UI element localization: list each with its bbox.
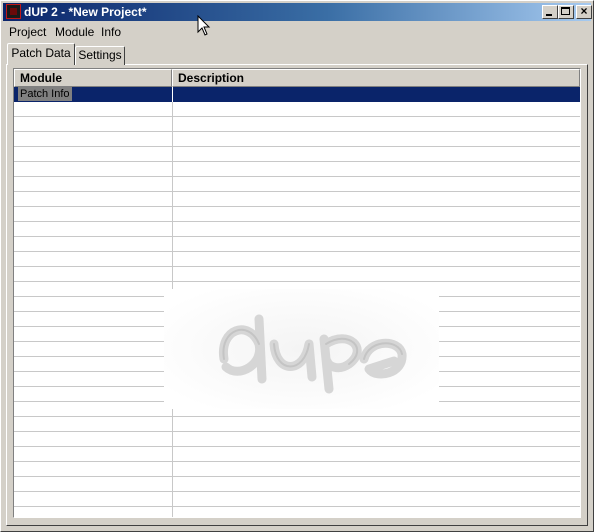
empty-table-row[interactable] <box>14 402 580 417</box>
minimize-icon <box>546 14 552 16</box>
cell-divider <box>172 177 173 192</box>
empty-table-row[interactable] <box>14 417 580 432</box>
tab-settings[interactable]: Settings <box>75 46 125 65</box>
cell-divider <box>172 132 173 147</box>
empty-table-row[interactable] <box>14 192 580 207</box>
window-title: dUP 2 - *New Project* <box>24 5 147 19</box>
empty-table-row[interactable] <box>14 357 580 372</box>
cell-divider <box>172 402 173 417</box>
cell-divider <box>172 432 173 447</box>
cell-divider <box>172 462 173 477</box>
app-icon[interactable] <box>6 4 21 19</box>
column-header-description[interactable]: Description <box>172 69 580 87</box>
cell-divider <box>172 477 173 492</box>
empty-table-row[interactable] <box>14 297 580 312</box>
cell-divider <box>172 102 173 117</box>
maximize-icon <box>561 7 570 15</box>
empty-table-row[interactable] <box>14 267 580 282</box>
column-header-module[interactable]: Module <box>14 69 172 87</box>
empty-table-row[interactable] <box>14 222 580 237</box>
empty-table-row[interactable] <box>14 207 580 222</box>
empty-table-row[interactable] <box>14 477 580 492</box>
empty-table-row[interactable] <box>14 387 580 402</box>
cell-divider <box>172 237 173 252</box>
cell-divider <box>172 207 173 222</box>
empty-table-row[interactable] <box>14 117 580 132</box>
empty-table-row[interactable] <box>14 372 580 387</box>
mouse-pointer-icon <box>197 15 211 36</box>
empty-table-row[interactable] <box>14 342 580 357</box>
cell-divider <box>172 297 173 312</box>
empty-table-row[interactable] <box>14 252 580 267</box>
cell-divider <box>172 267 173 282</box>
cell-divider <box>172 222 173 237</box>
app-window: dUP 2 - *New Project* × Project Module I… <box>0 0 594 532</box>
cell-divider <box>172 252 173 267</box>
empty-table-row[interactable] <box>14 462 580 477</box>
menu-bar: Project Module Info <box>3 22 591 41</box>
table-row[interactable]: Patch Info <box>14 87 580 102</box>
empty-table-row[interactable] <box>14 282 580 297</box>
maximize-button[interactable] <box>558 5 574 19</box>
cell-divider <box>172 417 173 432</box>
cell-divider <box>172 357 173 372</box>
cell-divider <box>172 387 173 402</box>
cell-divider <box>172 192 173 207</box>
empty-table-row[interactable] <box>14 177 580 192</box>
tab-patch-data[interactable]: Patch Data <box>7 43 75 65</box>
cell-divider <box>172 147 173 162</box>
empty-table-row[interactable] <box>14 102 580 117</box>
title-bar[interactable]: dUP 2 - *New Project* × <box>3 3 592 21</box>
empty-table-row[interactable] <box>14 327 580 342</box>
close-button[interactable]: × <box>576 5 592 19</box>
menu-module[interactable]: Module <box>55 25 94 39</box>
cell-divider <box>172 312 173 327</box>
empty-table-row[interactable] <box>14 447 580 462</box>
menu-info[interactable]: Info <box>101 25 121 39</box>
empty-table-row[interactable] <box>14 432 580 447</box>
empty-table-row[interactable] <box>14 237 580 252</box>
cell-module[interactable]: Patch Info <box>18 87 72 101</box>
cell-divider <box>172 162 173 177</box>
close-icon: × <box>580 4 588 18</box>
empty-table-row[interactable] <box>14 132 580 147</box>
cell-divider <box>172 327 173 342</box>
grid-header: Module Description <box>14 69 580 87</box>
empty-table-row[interactable] <box>14 312 580 327</box>
patch-data-panel: Module Description Patch Info <box>6 64 588 526</box>
cell-divider <box>172 87 173 102</box>
cell-divider <box>172 282 173 297</box>
cell-divider <box>172 117 173 132</box>
cell-divider <box>172 492 173 507</box>
empty-table-row[interactable] <box>14 507 580 517</box>
empty-table-row[interactable] <box>14 162 580 177</box>
cell-divider <box>172 447 173 462</box>
cell-divider <box>172 372 173 387</box>
empty-table-row[interactable] <box>14 147 580 162</box>
cell-divider <box>172 342 173 357</box>
menu-project[interactable]: Project <box>9 25 46 39</box>
cell-divider <box>172 507 173 517</box>
empty-table-row[interactable] <box>14 492 580 507</box>
module-grid[interactable]: Module Description Patch Info <box>13 68 581 518</box>
minimize-button[interactable] <box>542 5 558 19</box>
